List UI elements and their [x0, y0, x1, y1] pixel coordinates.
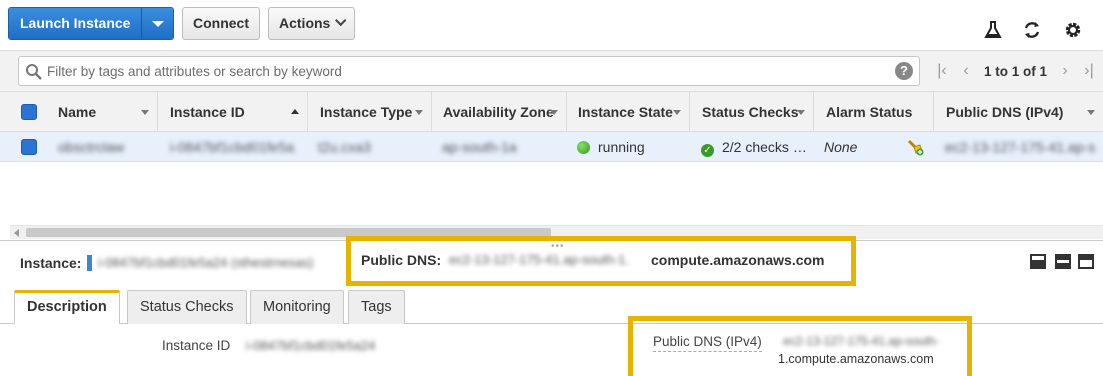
column-label: Alarm Status: [826, 104, 913, 120]
gear-icon[interactable]: [1063, 20, 1083, 40]
column-status-checks[interactable]: Status Checks: [690, 92, 814, 132]
instance-value: i-0847bf1cbd01fe5a24 (sthestrnesas): [98, 255, 314, 270]
instance-color-tag: [87, 255, 92, 271]
cell-instance-id[interactable]: i-0847bf1cbd01fe5a24: [170, 132, 295, 162]
cell-instance-state: running: [577, 132, 687, 162]
cell-status-checks: ✓ 2/2 checks …: [701, 132, 811, 162]
cell-name: obsctrclaw: [58, 139, 125, 155]
public-dns-ipv4-blurred: ec2-13-127-175-41.ap-south-: [783, 334, 940, 348]
column-label: Public DNS (IPv4): [946, 104, 1064, 120]
chevron-down-icon: [335, 14, 347, 27]
sort-icon: [550, 110, 558, 115]
refresh-icon[interactable]: [1022, 20, 1042, 40]
column-name[interactable]: Name: [46, 92, 158, 132]
public-dns-suffix: compute.amazonaws.com: [651, 252, 825, 268]
running-status-icon: [577, 141, 590, 154]
grid-header: Name Instance ID Instance Type Availabil…: [0, 92, 1103, 132]
tab-monitoring[interactable]: Monitoring: [250, 290, 344, 324]
public-dns-ipv4-suffix: 1.compute.amazonaws.com: [778, 352, 934, 366]
public-dns-ipv4-label[interactable]: Public DNS (IPv4): [653, 334, 762, 352]
layout-split-icon[interactable]: [1055, 254, 1071, 269]
actions-label: Actions: [279, 15, 331, 31]
sort-ascending-icon: [291, 109, 299, 114]
description-panel: Instance ID i-0847bf1cbd01fe5a24 Public …: [0, 316, 1103, 376]
sort-icon: [1087, 110, 1095, 115]
public-dns-highlight: Public DNS: ec2-13-127-175-41.ap-south-1…: [346, 236, 856, 286]
search-icon: [26, 64, 42, 80]
cell-public-dns: ec2-13-127-175-41.ap-s: [945, 139, 1095, 155]
column-public-dns[interactable]: Public DNS (IPv4): [934, 92, 1103, 132]
check-icon: ✓: [701, 144, 714, 157]
toolbar: Launch Instance Connect Actions: [0, 0, 1103, 50]
actions-button[interactable]: Actions: [268, 7, 356, 40]
sort-icon: [141, 110, 149, 115]
column-alarm-status[interactable]: Alarm Status: [814, 92, 934, 132]
search-box[interactable]: ?: [18, 56, 920, 86]
tab-tags[interactable]: Tags: [348, 290, 405, 324]
next-page-icon[interactable]: ›: [1053, 62, 1077, 80]
cell-instance-type: t2u.cxa3: [318, 139, 371, 155]
public-dns-blurred: ec2-13-127-175-41.ap-south-1.: [449, 252, 629, 267]
status-checks-text: 2/2 checks …: [722, 139, 807, 155]
column-label: Availability Zone: [443, 104, 554, 120]
prev-page-icon[interactable]: ‹: [954, 62, 978, 80]
search-input[interactable]: [47, 61, 887, 81]
layout-top-icon[interactable]: [1078, 254, 1094, 269]
launch-instance-button-group[interactable]: Launch Instance: [8, 7, 175, 40]
launch-dropdown-caret-icon[interactable]: [141, 8, 174, 39]
connect-label: Connect: [193, 15, 249, 31]
column-availability-zone[interactable]: Availability Zone: [431, 92, 567, 132]
column-label: Name: [58, 104, 97, 120]
cell-availability-zone: ap-south-1a: [442, 139, 517, 155]
connect-button[interactable]: Connect: [182, 7, 260, 40]
pagination: |‹ ‹ 1 to 1 of 1 › ›|: [930, 51, 1101, 91]
flask-icon[interactable]: [983, 20, 1003, 40]
alarm-icon[interactable]: [906, 138, 924, 156]
last-page-icon[interactable]: ›|: [1077, 62, 1101, 80]
column-instance-state[interactable]: Instance State: [566, 92, 690, 132]
filter-bar: ? |‹ ‹ 1 to 1 of 1 › ›|: [0, 50, 1103, 92]
row-checkbox[interactable]: [21, 139, 37, 155]
state-text: running: [598, 139, 645, 155]
sort-icon: [673, 110, 681, 115]
column-label: Instance Type: [320, 104, 413, 120]
table-row[interactable]: obsctrclaw i-0847bf1cbd01fe5a24 t2u.cxa3…: [0, 132, 1103, 162]
cell-alarm-status: None: [824, 139, 858, 155]
launch-instance-button[interactable]: Launch Instance: [9, 8, 142, 39]
tab-description[interactable]: Description: [14, 290, 120, 325]
instance-id-label: Instance ID: [162, 338, 231, 353]
instance-id-value: i-0847bf1cbd01fe5a24: [246, 338, 376, 353]
sort-icon: [415, 110, 423, 115]
column-label: Instance ID: [170, 104, 245, 120]
page-count: 1 to 1 of 1: [984, 63, 1048, 79]
resize-handle-icon[interactable]: •••: [551, 241, 565, 252]
select-all-checkbox[interactable]: [21, 104, 37, 120]
instance-label: Instance:: [20, 255, 82, 271]
layout-bottom-icon[interactable]: [1030, 254, 1046, 269]
first-page-icon[interactable]: |‹: [930, 62, 954, 80]
public-dns-ipv4-highlight: Public DNS (IPv4) ec2-13-127-175-41.ap-s…: [628, 316, 972, 376]
public-dns-label: Public DNS:: [361, 252, 442, 268]
tab-status-checks[interactable]: Status Checks: [127, 290, 247, 324]
help-icon[interactable]: ?: [895, 62, 913, 80]
column-label: Status Checks: [702, 104, 799, 120]
sort-icon: [797, 110, 805, 115]
scroll-left-icon[interactable]: [10, 226, 24, 240]
column-instance-type[interactable]: Instance Type: [308, 92, 432, 132]
column-instance-id[interactable]: Instance ID: [158, 92, 308, 132]
column-label: Instance State: [578, 104, 673, 120]
